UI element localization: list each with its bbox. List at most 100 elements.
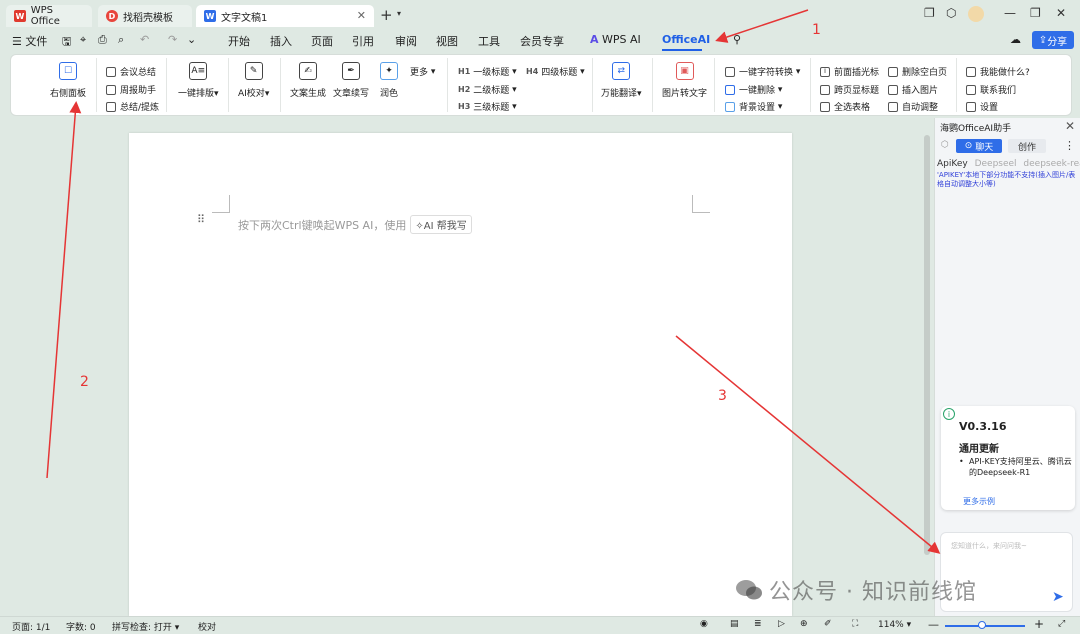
pen-icon[interactable]: ✐ bbox=[824, 619, 832, 629]
img2text-label: 图片转文字 bbox=[662, 89, 708, 99]
zoom-level[interactable]: 114% ▾ bbox=[878, 620, 911, 630]
menu-vip[interactable]: 会员专享 bbox=[520, 33, 564, 49]
spell-label: 拼写检查: 打开 bbox=[112, 623, 172, 633]
insert-image-button[interactable]: 插入图片 bbox=[888, 83, 938, 96]
more-options-icon[interactable]: ⋮ bbox=[1064, 139, 1075, 152]
close-tab-icon[interactable]: ✕ bbox=[357, 9, 366, 22]
close-window-icon[interactable]: ✕ bbox=[1056, 6, 1066, 20]
undo-icon[interactable]: ↶ bbox=[140, 33, 149, 46]
one-click-layout-button[interactable]: A≡ 一键排版▾ bbox=[178, 62, 219, 99]
apikey-label[interactable]: ApiKey bbox=[937, 159, 968, 169]
divider bbox=[956, 58, 957, 112]
chevron-down-icon[interactable]: ▾ bbox=[397, 9, 401, 18]
continue-writing-button[interactable]: ✒ 文章续写 bbox=[333, 62, 369, 99]
file-menu[interactable]: ☰ 文件 bbox=[12, 33, 47, 49]
background-settings-button[interactable]: 背景设置 ▾ bbox=[725, 100, 782, 113]
model-option[interactable]: deepseek-reaso bbox=[1023, 159, 1080, 169]
scrollbar-thumb[interactable] bbox=[924, 135, 930, 555]
tab-document[interactable]: W 文字文稿1 ✕ bbox=[196, 5, 374, 27]
apikey-notice: 'APIKEY'本地下部分功能不支持(插入图片/表格自动调整大小等) bbox=[937, 171, 1076, 188]
copy-generate-button[interactable]: ✍ 文案生成 bbox=[290, 62, 326, 99]
select-all-tables-button[interactable]: 全选表格 bbox=[820, 100, 870, 113]
more-examples-link[interactable]: 更多示例 bbox=[963, 496, 995, 507]
window-icon[interactable]: ❐ bbox=[924, 6, 935, 20]
search-icon[interactable]: ⚲ bbox=[733, 33, 741, 46]
menu-wps-ai[interactable]: A WPS AI bbox=[590, 33, 641, 46]
polish-button[interactable]: ✦ 润色 bbox=[380, 62, 398, 99]
zoom-slider-handle[interactable] bbox=[978, 621, 986, 629]
zoom-in-icon[interactable]: + bbox=[1034, 617, 1044, 631]
spell-check-toggle[interactable]: 拼写检查: 打开 ▾ bbox=[112, 620, 179, 633]
preview-icon[interactable]: ⌕ bbox=[118, 33, 124, 47]
word-count[interactable]: 字数: 0 bbox=[66, 620, 96, 633]
zoom-out-icon[interactable]: — bbox=[928, 618, 939, 631]
redo-icon[interactable]: ↷ bbox=[168, 33, 177, 46]
what-can-i-do-button[interactable]: 我能做什么? bbox=[966, 65, 1030, 78]
auto-adjust-button[interactable]: 自动调整 bbox=[888, 100, 938, 113]
one-click-delete-button[interactable]: 一键删除 ▾ bbox=[725, 83, 782, 96]
meeting-summary-button[interactable]: 会议总结 bbox=[106, 65, 156, 78]
word-doc-icon: W bbox=[204, 10, 216, 22]
translate-text: 万能翻译 bbox=[601, 89, 638, 99]
print-icon[interactable]: ⎙ bbox=[98, 33, 107, 47]
chevron-down-icon[interactable]: ⌄ bbox=[187, 33, 196, 46]
cube-icon[interactable]: ⬡ bbox=[946, 6, 956, 20]
ai-proofread-button[interactable]: ✎ AI校对▾ bbox=[238, 62, 269, 99]
menu-reference[interactable]: 引用 bbox=[352, 33, 374, 49]
summary-button[interactable]: 总结/提炼 bbox=[106, 100, 159, 113]
play-icon[interactable]: ▷ bbox=[778, 619, 785, 629]
char-convert-button[interactable]: 一键字符转换 ▾ bbox=[725, 65, 800, 78]
model-selector-row: ApiKey Deepseel deepseek-reaso bbox=[937, 159, 1080, 169]
web-view-icon[interactable]: ⊕ bbox=[800, 619, 808, 629]
avatar[interactable] bbox=[968, 6, 984, 22]
ai-help-write-button[interactable]: ✧AI 帮我写 bbox=[410, 215, 472, 234]
watermark: 公众号 · 知识前线馆 bbox=[735, 574, 977, 606]
menu-start[interactable]: 开始 bbox=[228, 33, 250, 49]
menu-insert[interactable]: 插入 bbox=[270, 33, 292, 49]
page-count[interactable]: 页面: 1/1 bbox=[12, 620, 50, 633]
menu-officeai[interactable]: OfficeAI bbox=[662, 33, 710, 46]
more-button[interactable]: 更多 ▾ bbox=[410, 65, 435, 79]
fit-icon[interactable]: ⛶ bbox=[852, 619, 858, 629]
send-icon[interactable]: ➤ bbox=[1052, 589, 1064, 605]
new-tab-icon[interactable]: + bbox=[380, 6, 393, 24]
tab-docer[interactable]: D 找稻壳模板 bbox=[98, 5, 192, 27]
cloud-icon[interactable]: ☁ bbox=[1010, 33, 1021, 46]
tab-create[interactable]: 创作 bbox=[1008, 139, 1046, 153]
outline-view-icon[interactable]: ≣ bbox=[754, 619, 762, 629]
menu-tools[interactable]: 工具 bbox=[478, 33, 500, 49]
menu-view[interactable]: 视图 bbox=[436, 33, 458, 49]
cross-page-title-button[interactable]: 跨页显标题 bbox=[820, 83, 879, 96]
image-to-text-button[interactable]: ▣ 图片转文字 bbox=[662, 62, 707, 99]
drag-handle-icon[interactable]: ⠿ bbox=[197, 213, 205, 226]
right-panel-button[interactable]: ☐ 右侧面板 bbox=[50, 62, 86, 99]
eye-icon[interactable]: ◉ bbox=[700, 619, 708, 629]
save-icon[interactable]: 🖫 bbox=[62, 33, 71, 52]
heading4-button[interactable]: H4 四级标题 ▾ bbox=[526, 65, 585, 79]
restore-icon[interactable]: ❐ bbox=[1030, 6, 1041, 20]
heading1-button[interactable]: H1 一级标题 ▾ bbox=[458, 65, 517, 79]
tab-wps-office[interactable]: W WPS Office bbox=[6, 5, 92, 27]
weekly-report-button[interactable]: 周报助手 bbox=[106, 83, 156, 96]
heading2-button[interactable]: H2 二级标题 ▾ bbox=[458, 83, 517, 97]
page-view-icon[interactable]: ▤ bbox=[730, 619, 739, 629]
contact-us-button[interactable]: 联系我们 bbox=[966, 83, 1016, 96]
settings-button[interactable]: 设置 bbox=[966, 100, 998, 113]
menu-review[interactable]: 审阅 bbox=[395, 33, 417, 49]
convert-label: 一键字符转换 bbox=[739, 68, 794, 78]
share-button[interactable]: ⇪ 分享 bbox=[1032, 31, 1074, 49]
cube-icon[interactable]: ⬡ bbox=[941, 140, 949, 150]
delete-blank-page-button[interactable]: 删除空白页 bbox=[888, 65, 947, 78]
heading3-button[interactable]: H3 三级标题 ▾ bbox=[458, 100, 517, 114]
pin-icon[interactable]: ⌖ bbox=[80, 33, 86, 47]
insert-cursor-button[interactable]: I 前面插光标 bbox=[820, 65, 879, 78]
minimize-icon[interactable]: — bbox=[1004, 6, 1016, 20]
margin-corner bbox=[212, 195, 230, 213]
close-icon[interactable]: ✕ bbox=[1065, 119, 1075, 133]
translate-button[interactable]: ⇄ 万能翻译▾ bbox=[601, 62, 642, 99]
tab-chat[interactable]: ⊙ 聊天 bbox=[956, 139, 1002, 153]
proofread-status[interactable]: 校对 bbox=[198, 620, 216, 633]
model-option[interactable]: Deepseel bbox=[975, 159, 1017, 169]
fullscreen-icon[interactable]: ⤢ bbox=[1058, 619, 1065, 629]
menu-page[interactable]: 页面 bbox=[311, 33, 333, 49]
